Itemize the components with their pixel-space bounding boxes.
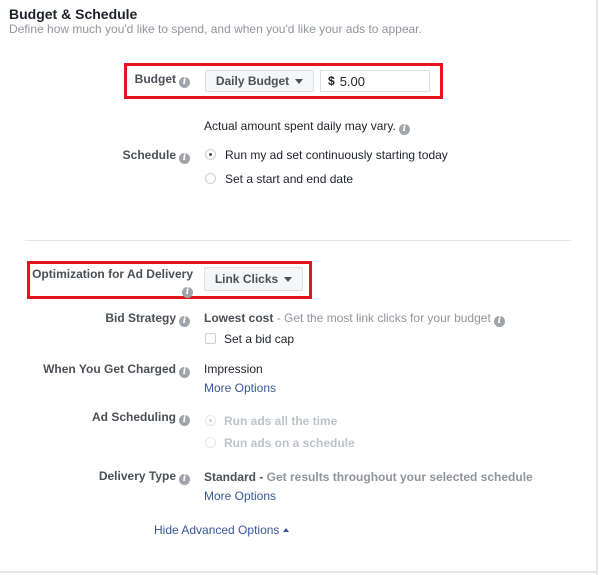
bid-strategy-value: Lowest cost - Get the most link clicks f…: [204, 311, 505, 327]
info-icon[interactable]: i: [179, 316, 190, 327]
schedule-start-end-label[interactable]: Set a start and end date: [225, 172, 353, 186]
run-all-time-label[interactable]: Run ads all the time: [224, 414, 337, 428]
delivery-type-label: Delivery Type i: [99, 469, 190, 485]
ad-scheduling-label: Ad Scheduling i: [92, 410, 190, 426]
budget-label: Budget i: [135, 72, 190, 88]
panel-border-bottom: [0, 571, 598, 573]
info-icon[interactable]: i: [179, 77, 190, 88]
schedule-start-end-radio[interactable]: [205, 173, 216, 184]
caret-up-icon: [283, 528, 290, 532]
when-charged-label: When You Get Charged i: [43, 362, 190, 378]
section-subtitle: Define how much you'd like to spend, and…: [9, 22, 422, 36]
panel-border-right: [596, 0, 598, 575]
caret-down-icon: [284, 276, 293, 282]
run-on-schedule-label[interactable]: Run ads on a schedule: [224, 436, 355, 450]
when-charged-value: Impression: [204, 362, 263, 376]
optimization-dropdown[interactable]: Link Clicks: [204, 267, 303, 291]
schedule-continuous-radio[interactable]: [205, 149, 216, 160]
bid-cap-checkbox[interactable]: [205, 333, 216, 344]
info-icon[interactable]: i: [179, 367, 190, 378]
optimization-label: Optimization for Ad Delivery i: [32, 267, 193, 298]
schedule-label: Schedule i: [123, 148, 190, 164]
hide-advanced-options-link[interactable]: Hide Advanced Options: [154, 523, 290, 537]
schedule-continuous-label[interactable]: Run my ad set continuously starting toda…: [225, 148, 448, 162]
budget-amount-input[interactable]: $5.00: [320, 70, 430, 92]
info-icon[interactable]: i: [179, 474, 190, 485]
delivery-more-options-link[interactable]: More Options: [204, 489, 276, 503]
charged-more-options-link[interactable]: More Options: [204, 381, 276, 395]
info-icon[interactable]: i: [179, 153, 190, 164]
run-all-time-radio[interactable]: [205, 415, 216, 426]
delivery-type-value: Standard - Get results throughout your s…: [204, 470, 533, 484]
info-icon[interactable]: i: [493, 316, 505, 327]
bid-cap-label[interactable]: Set a bid cap: [224, 332, 294, 346]
info-icon[interactable]: i: [182, 287, 193, 298]
bid-strategy-label: Bid Strategy i: [105, 311, 190, 327]
section-title: Budget & Schedule: [9, 6, 138, 22]
budget-note: Actual amount spent daily may vary. i: [204, 119, 410, 135]
caret-down-icon: [295, 78, 304, 84]
run-on-schedule-radio[interactable]: [205, 437, 216, 448]
info-icon[interactable]: i: [398, 124, 410, 135]
budget-type-dropdown[interactable]: Daily Budget: [205, 70, 314, 92]
info-icon[interactable]: i: [179, 415, 190, 426]
section-divider: [25, 240, 571, 241]
